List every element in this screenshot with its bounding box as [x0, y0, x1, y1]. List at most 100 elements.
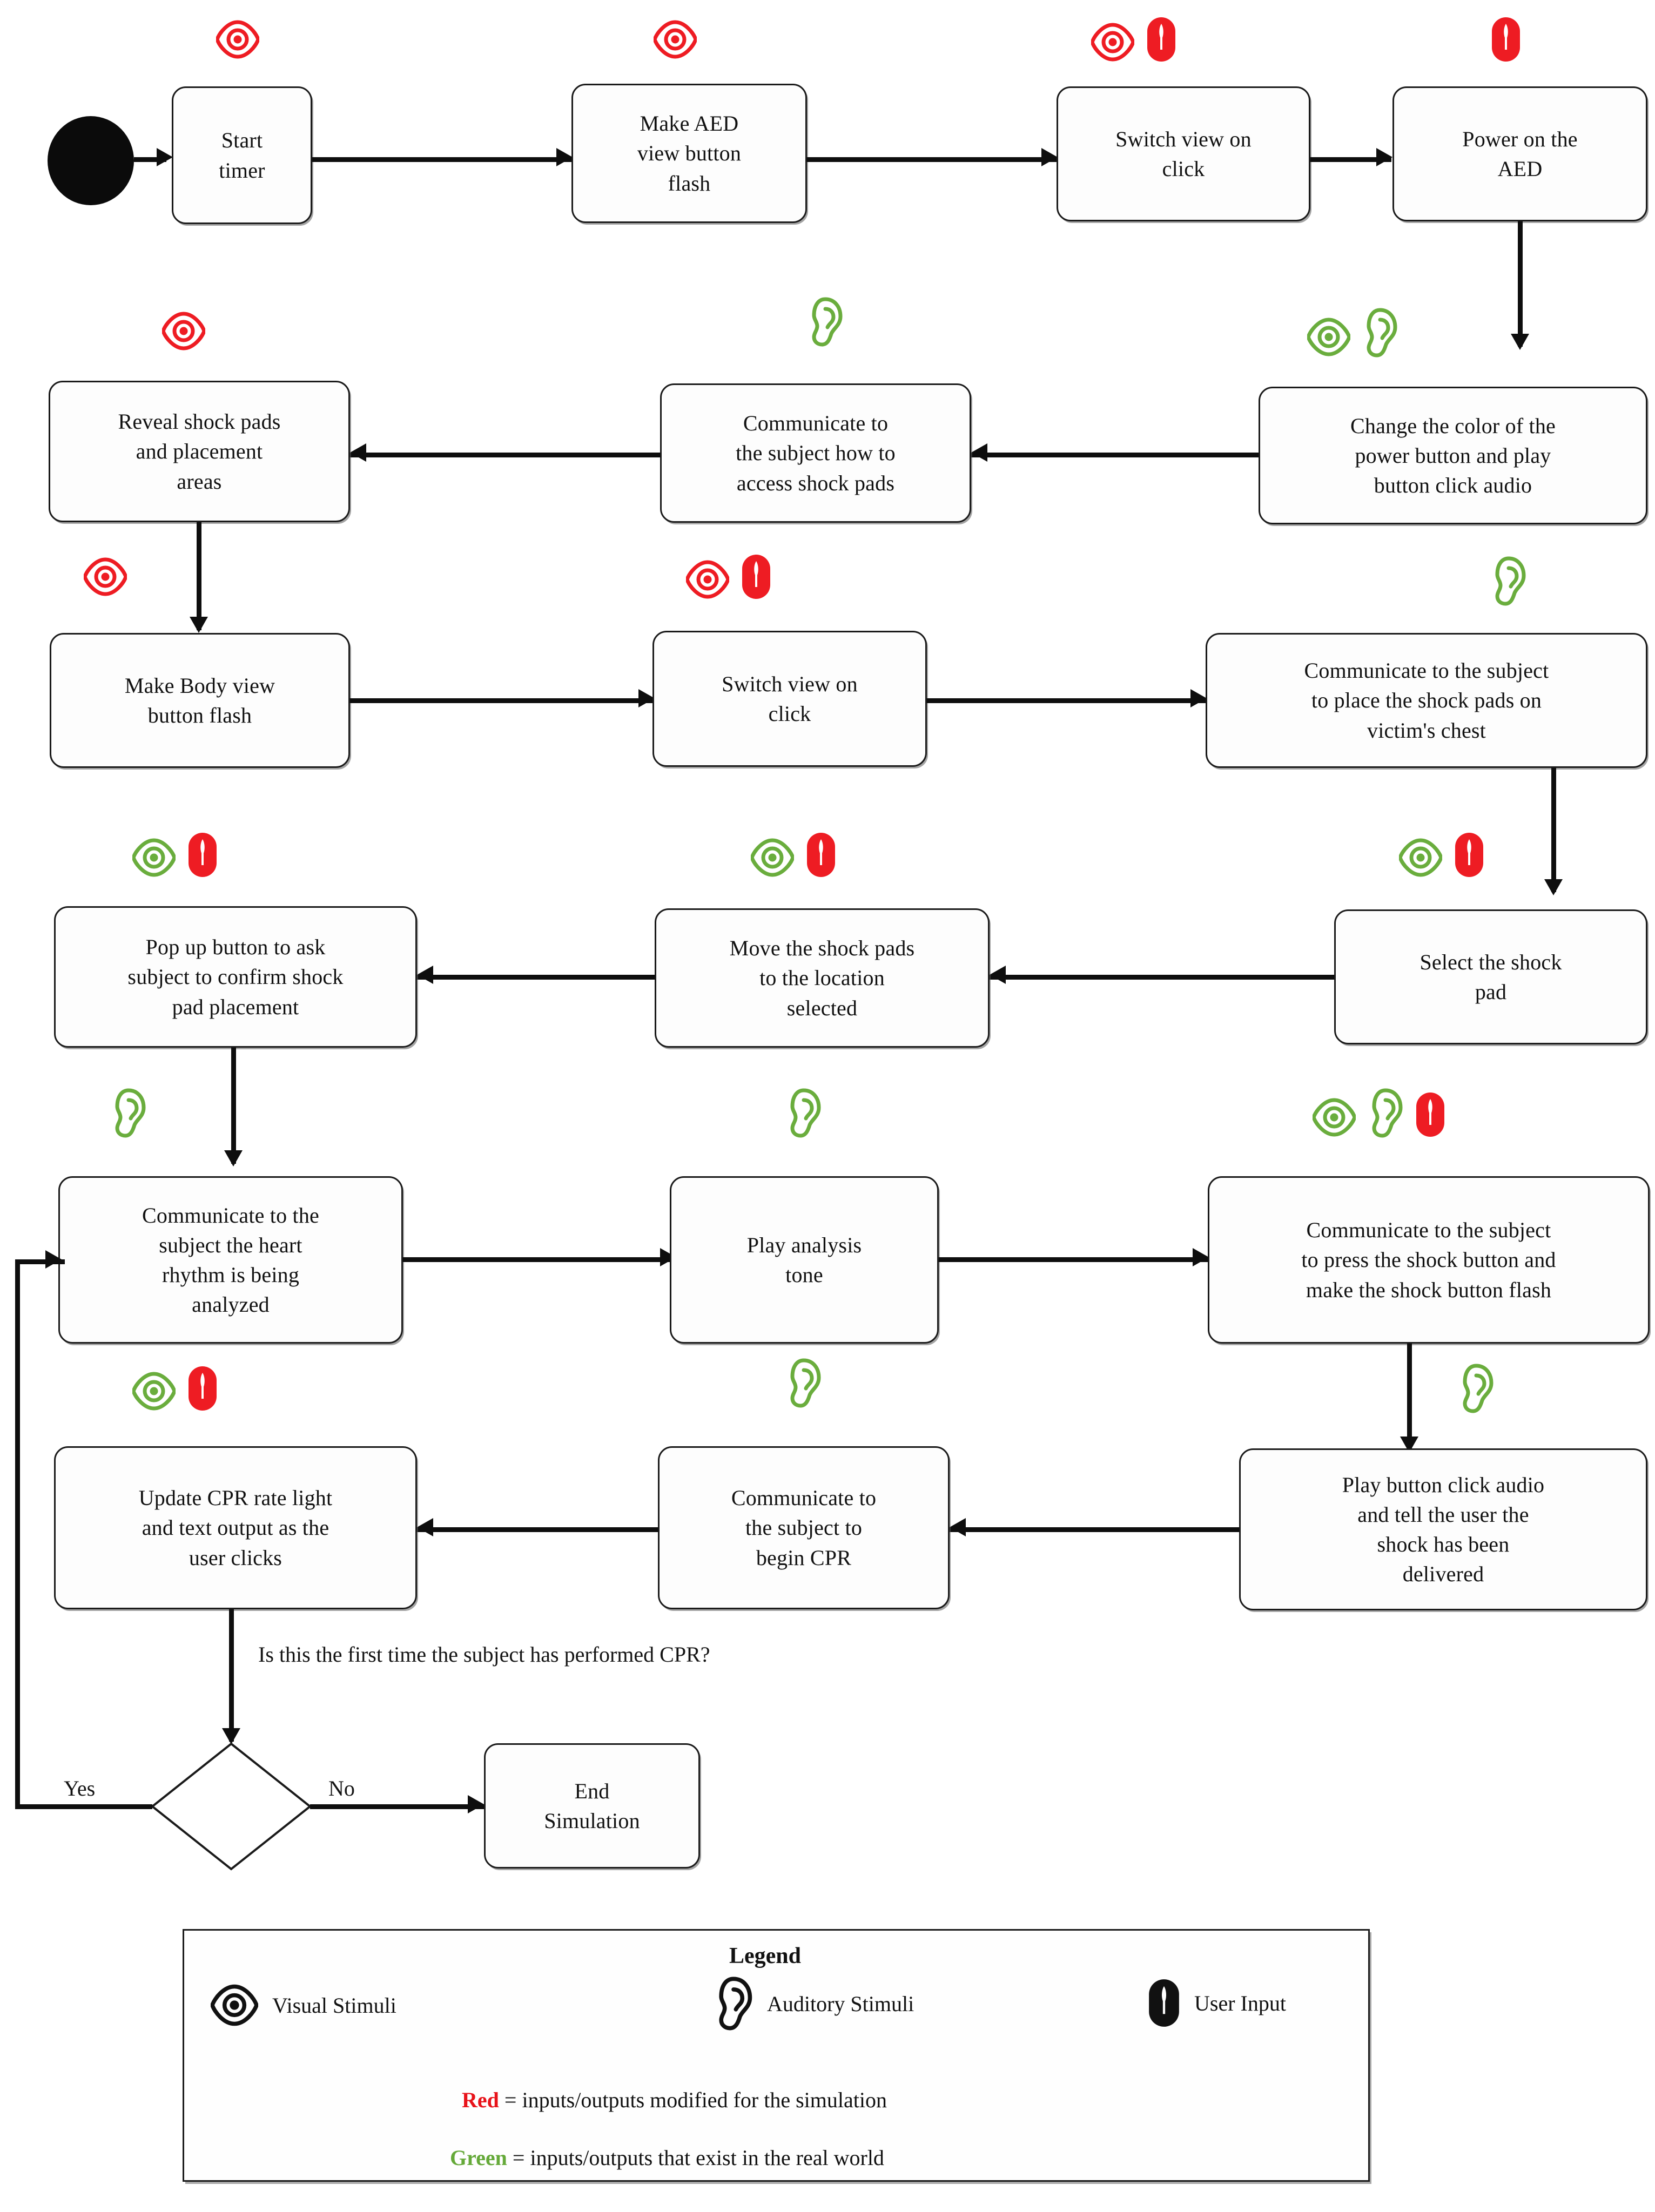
mouse-icon — [741, 554, 771, 600]
node-play-shock-delivered-audio[interactable]: Play button click audio and tell the user… — [1239, 1448, 1647, 1610]
legend-label-user-input: User Input — [1194, 1991, 1286, 2015]
mouse-icon — [1146, 16, 1176, 63]
node-move-shock-pads[interactable]: Move the shock pads to the location select… — [655, 908, 990, 1048]
icon-cluster-n14 — [111, 1088, 146, 1138]
icon-cluster-n12 — [751, 832, 836, 878]
node-communicate-begin-cpr[interactable]: Communicate to the subject to begin CPR — [658, 1446, 950, 1609]
connector-n7-to-n8 — [197, 522, 201, 630]
node-communicate-heart-rhythm-analyzed[interactable]: Communicate to the subject the heart rhyth… — [58, 1176, 403, 1344]
node-popup-confirm-shock-pad[interactable]: Pop up button to ask subject to confirm s… — [54, 906, 417, 1048]
ear-icon — [1458, 1364, 1494, 1413]
connector-n8-to-n9 — [350, 698, 652, 703]
icon-cluster-n5 — [1307, 308, 1398, 358]
eye-icon — [162, 311, 205, 352]
branch-label-no: No — [328, 1776, 355, 1800]
eye-icon — [1091, 22, 1134, 63]
icon-cluster-n17 — [1458, 1364, 1494, 1413]
connector-n1-to-n2 — [312, 157, 571, 162]
connector-n16-to-n17 — [1407, 1344, 1412, 1451]
branch-label-yes: Yes — [64, 1776, 96, 1800]
node-make-body-view-button-flash[interactable]: Make Body view button flash — [50, 633, 350, 768]
icon-cluster-n9 — [686, 554, 771, 600]
ear-icon — [1362, 308, 1398, 358]
connector-n12-to-n13 — [417, 975, 655, 980]
ear-icon — [111, 1088, 146, 1138]
node-communicate-place-shock-pads[interactable]: Communicate to the subject to place the s… — [1206, 633, 1647, 768]
node-make-aed-view-button-flash[interactable]: Make AED view button flash — [571, 84, 807, 223]
node-label: Play button click audio and tell the user… — [1342, 1472, 1545, 1587]
start-node — [48, 116, 134, 205]
arrowhead — [417, 1518, 433, 1536]
node-start-timer[interactable]: Start timer — [172, 86, 312, 224]
icon-cluster-n6 — [808, 297, 843, 347]
node-label: Move the shock pads to the location select… — [729, 936, 915, 1020]
node-communicate-access-shock-pads[interactable]: Communicate to the subject how to access s… — [660, 383, 971, 523]
node-communicate-press-shock-button[interactable]: Communicate to the subject to press the s… — [1208, 1176, 1650, 1344]
node-power-on-the-aed[interactable]: Power on the AED — [1392, 86, 1647, 221]
ear-icon — [786, 1088, 822, 1138]
icon-cluster-n19 — [132, 1365, 218, 1412]
connector-n14-to-n15 — [403, 1257, 674, 1262]
arrowhead — [1544, 879, 1563, 895]
arrowhead — [1193, 1248, 1209, 1266]
eye-icon — [211, 1983, 258, 2027]
node-label: Make AED view button flash — [637, 111, 742, 195]
node-label: Communicate to the subject to begin CPR — [731, 1486, 877, 1570]
node-label: Start timer — [219, 128, 265, 183]
arrowhead — [157, 148, 173, 166]
node-label: Update CPR rate light and text output as … — [138, 1486, 333, 1570]
node-switch-view-on-click-1[interactable]: Switch view on click — [1057, 86, 1310, 221]
node-label: Switch view on click — [1115, 126, 1252, 181]
eye-icon — [84, 556, 127, 597]
node-label: Make Body view button flash — [124, 673, 275, 727]
node-label: Communicate to the subject the heart rhyth… — [142, 1203, 319, 1317]
node-label: Communicate to the subject to press the s… — [1301, 1218, 1556, 1302]
ear-icon — [1491, 556, 1526, 606]
connector-n6-to-n7 — [350, 453, 660, 457]
icon-cluster-n18 — [786, 1358, 822, 1408]
connector-n2-to-n3 — [807, 157, 1057, 162]
legend-note-red-text: = inputs/outputs modified for the simula… — [499, 2088, 887, 2112]
legend-note-green: Green = inputs/outputs that exist in the… — [450, 2145, 884, 2170]
icon-cluster-n1 — [216, 19, 259, 60]
legend-keyword-red: Red — [462, 2088, 499, 2112]
connector-n18-to-n19 — [417, 1527, 658, 1532]
node-switch-view-on-click-2[interactable]: Switch view on click — [652, 631, 927, 767]
node-label: End Simulation — [544, 1778, 640, 1833]
legend-label-visual: Visual Stimuli — [272, 1993, 396, 2018]
node-change-power-button-color[interactable]: Change the color of the power button and … — [1259, 387, 1647, 524]
legend-note-green-text: = inputs/outputs that exist in the real … — [507, 2146, 884, 2170]
arrowhead — [190, 617, 208, 633]
ear-icon — [786, 1358, 822, 1408]
eye-icon — [132, 837, 176, 878]
node-reveal-shock-pads[interactable]: Reveal shock pads and placement areas — [49, 381, 350, 522]
node-select-the-shock-pad[interactable]: Select the shock pad — [1334, 909, 1647, 1044]
arrowhead — [556, 148, 573, 166]
node-update-cpr-rate-light[interactable]: Update CPR rate light and text output as … — [54, 1446, 417, 1609]
node-play-analysis-tone[interactable]: Play analysis tone — [670, 1176, 939, 1344]
arrowhead — [990, 966, 1006, 984]
connector-n13-to-n14 — [231, 1048, 236, 1164]
connector-n17-to-n18 — [950, 1527, 1239, 1532]
connector-n4-to-n5 — [1518, 221, 1523, 347]
connector-n15-to-n16 — [939, 1257, 1208, 1262]
mouse-icon — [1491, 16, 1521, 63]
icon-cluster-n13 — [132, 832, 218, 878]
mouse-icon — [806, 832, 836, 878]
eye-icon — [132, 1371, 176, 1412]
node-end-simulation[interactable]: End Simulation — [484, 1743, 700, 1869]
connector-decision-no — [310, 1804, 484, 1809]
connector-n5-to-n6 — [971, 453, 1259, 457]
node-label: Switch view on click — [722, 671, 858, 726]
mouse-icon — [1148, 1978, 1180, 2028]
arrowhead — [1190, 689, 1207, 707]
legend-note-red: Red = inputs/outputs modified for the si… — [462, 2087, 887, 2113]
arrowhead — [1511, 334, 1529, 350]
arrowhead — [1376, 148, 1392, 166]
node-label: Communicate to the subject to place the s… — [1304, 658, 1549, 743]
connector-n9-to-n10 — [927, 698, 1206, 703]
legend-keyword-green: Green — [450, 2146, 507, 2170]
mouse-icon — [187, 1365, 218, 1412]
decision-node[interactable] — [150, 1742, 312, 1871]
connector-decision-yes — [15, 1804, 152, 1809]
